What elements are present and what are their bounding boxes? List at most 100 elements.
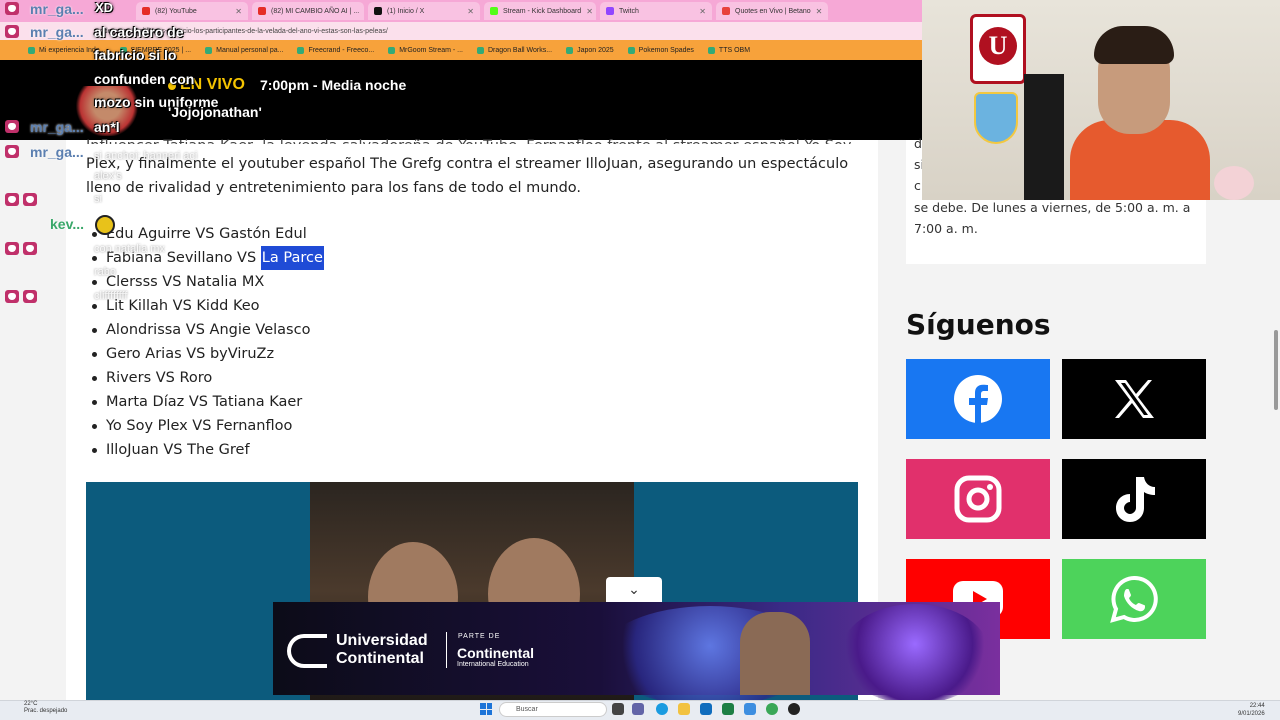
fight-label: Yo Soy Plex VS Fernanfloo: [106, 418, 293, 434]
bookmark[interactable]: Freecrand - Freeco...: [297, 46, 374, 54]
fight-label: Gero Arias VS byViruZz: [106, 346, 275, 362]
selected-text[interactable]: La Parce: [260, 246, 324, 270]
tab-favicon-icon: [374, 7, 382, 15]
faded-chat-message: alex's: [94, 170, 122, 182]
ad-person-graphic: [740, 612, 810, 695]
club-flag: U: [970, 14, 1026, 84]
paragraph-line: Influencer Tatiana Kaer, la leyenda salv…: [86, 134, 858, 144]
bookmark[interactable]: Japon 2025: [566, 46, 614, 54]
ad-text: Continental: [336, 650, 424, 667]
ad-text: Universidad: [336, 632, 428, 649]
chat-message: fabricio si lo: [94, 47, 177, 63]
tiktok-button[interactable]: [1062, 459, 1206, 539]
edge-icon[interactable]: [656, 703, 668, 715]
whatsapp-icon: [1110, 575, 1158, 623]
university-logo-icon: [287, 634, 327, 668]
browser-tab[interactable]: Quotes en Vivo | Betano ✕: [716, 2, 828, 20]
tab-label: Twitch: [619, 7, 639, 15]
browser-tab[interactable]: Stream - Kick Dashboard ✕: [484, 2, 596, 20]
tab-close-icon[interactable]: ✕: [586, 7, 593, 16]
chat-message: al cachero de: [94, 24, 184, 40]
subscriber-badge-icon: [5, 145, 19, 158]
tab-label: (1) Inicio / X: [387, 7, 425, 15]
bookmark-icon: [28, 46, 35, 54]
ad-university-name: Universidad Continental: [336, 632, 428, 668]
club-badge-icon: [974, 92, 1018, 144]
chat-message: 'Jojojonathan': [168, 104, 262, 120]
bookmark[interactable]: Pokemon Spades: [627, 46, 694, 54]
subscriber-badge-icon: [5, 2, 19, 15]
file-explorer-icon[interactable]: [678, 703, 690, 715]
bookmark[interactable]: MrGoom Stream - ...: [388, 46, 463, 54]
faded-chat-message: si anchoi: hanneri aci: [94, 150, 198, 162]
chat-message: XD: [95, 0, 114, 15]
tab-close-icon[interactable]: ✕: [699, 7, 706, 16]
subscriber-badge-icon: [5, 242, 19, 255]
chat-username: mr_ga...: [30, 119, 84, 135]
subscriber-badge-icon: [23, 193, 37, 206]
browser-tab[interactable]: Twitch ✕: [600, 2, 712, 20]
fight-label: Rivers VS Roro: [106, 370, 213, 386]
tab-label: Stream - Kick Dashboard: [503, 7, 582, 15]
subscriber-badge-icon: [5, 193, 19, 206]
task-view-icon[interactable]: [612, 703, 624, 715]
paragraph-line: lleno de rivalidad y entretenimiento par…: [86, 180, 582, 196]
windows-start-icon[interactable]: [480, 703, 492, 715]
instagram-button[interactable]: [906, 459, 1050, 539]
tab-favicon-icon: [258, 7, 266, 15]
excel-icon[interactable]: [722, 703, 734, 715]
fight-label: Lit Killah VS Kidd Keo: [106, 298, 260, 314]
fight-label: IlloJuan VS The Gref: [106, 442, 250, 458]
instagram-icon: [954, 475, 1002, 523]
fight-label: Clersss VS Natalia MX: [106, 274, 265, 290]
chrome-icon[interactable]: [766, 703, 778, 715]
fight-list: Edu Aguirre VS Gastón Edul Fabiana Sevil…: [92, 222, 324, 462]
chat-username: mr_ga...: [30, 1, 84, 17]
bookmark-icon: [205, 46, 213, 54]
obs-icon[interactable]: [788, 703, 800, 715]
x-button[interactable]: [1062, 359, 1206, 439]
chat-message: confunden con: [94, 71, 195, 87]
store-icon[interactable]: [744, 703, 756, 715]
tab-close-icon[interactable]: ✕: [235, 7, 242, 16]
browser-tab[interactable]: (82) MI CAMBIO AÑO AI | ...✕: [252, 2, 364, 20]
clock-time: 22:44: [1249, 703, 1265, 709]
weather-temp: 22°C: [24, 701, 38, 707]
card-edge-text: d: [914, 136, 922, 151]
outlook-icon[interactable]: [700, 703, 712, 715]
club-u-logo-icon: U: [979, 27, 1017, 65]
list-item: Gero Arias VS byViruZz: [92, 342, 324, 366]
ad-parte-de: PARTE DE: [458, 633, 501, 640]
tab-close-icon[interactable]: ✕: [816, 7, 823, 16]
tab-favicon-icon: [142, 7, 150, 15]
paragraph-line: Plex, y finalmente el youtuber español T…: [86, 156, 849, 172]
ad-international: International Education: [457, 661, 529, 668]
bookmark[interactable]: Dragon Ball Works...: [477, 46, 552, 54]
faded-chat-message: si: [94, 193, 102, 205]
list-item: Alondrissa VS Angie Velasco: [92, 318, 324, 342]
chat-message: an*l: [94, 119, 120, 135]
weather-widget[interactable]: 22°C Prac. despejado: [24, 701, 67, 715]
bookmark[interactable]: Manual personal pa...: [205, 46, 283, 54]
browser-tab[interactable]: (82) YouTube ✕: [136, 2, 248, 20]
page-scrollbar[interactable]: [1274, 330, 1278, 410]
bookmark-icon: [566, 46, 574, 54]
article-paragraph: Influencer Tatiana Kaer, la leyenda salv…: [86, 134, 858, 200]
ad-collapse-button[interactable]: ⌄: [606, 577, 662, 603]
tiktok-icon: [1116, 477, 1155, 522]
faded-chat-message: rabo: [94, 266, 117, 278]
taskbar-search-input[interactable]: Buscar: [499, 702, 607, 717]
browser-tab[interactable]: (1) Inicio / X ✕: [368, 2, 480, 20]
list-item: Marta Díaz VS Tatiana Kaer: [92, 390, 324, 414]
list-item: Yo Soy Plex VS Fernanfloo: [92, 414, 324, 438]
faded-chat-message: con natalia mx: [94, 243, 165, 255]
subscriber-badge-icon: [5, 290, 19, 303]
bookmark[interactable]: TTS OBM: [707, 46, 750, 54]
tab-close-icon[interactable]: ✕: [467, 7, 474, 16]
teams-icon[interactable]: [632, 703, 644, 715]
x-icon: [1115, 380, 1154, 418]
subscriber-badge-icon: [5, 25, 19, 38]
whatsapp-button[interactable]: [1062, 559, 1206, 639]
taskbar-clock[interactable]: 22:44 9/01/2026: [1238, 702, 1265, 718]
facebook-button[interactable]: [906, 359, 1050, 439]
